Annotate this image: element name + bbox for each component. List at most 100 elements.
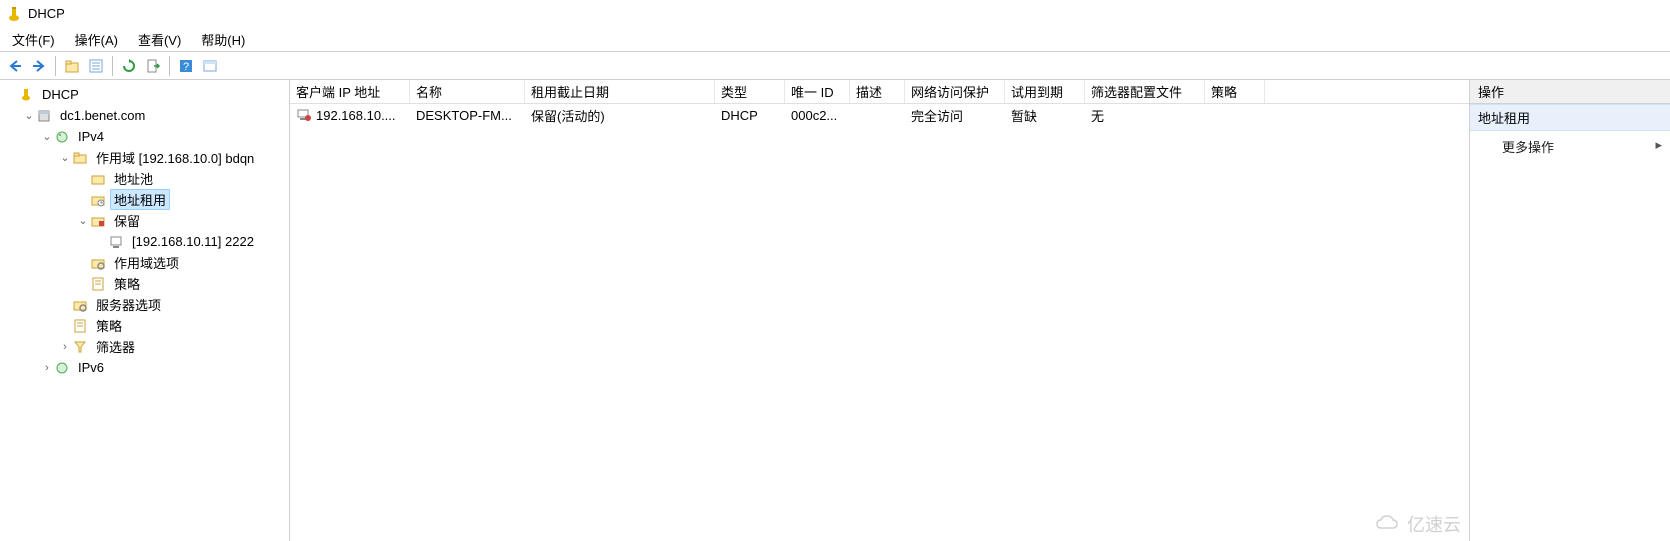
back-button[interactable] (4, 55, 26, 77)
pane-toggle-icon (202, 58, 218, 74)
cell-lease-expiry: 保留(活动的) (531, 106, 605, 125)
export-list-icon (145, 58, 161, 74)
tree-server[interactable]: ⌄ dc1.benet.com (0, 105, 289, 126)
policies-icon (90, 276, 106, 292)
tree-label: 保留 (114, 214, 140, 229)
policies-icon (72, 318, 88, 334)
forward-button[interactable] (28, 55, 50, 77)
up-button[interactable] (61, 55, 83, 77)
toolbar-separator (169, 56, 170, 76)
col-policy[interactable]: 策略 (1205, 80, 1265, 103)
cell-client-ip: 192.168.10.... (316, 108, 396, 123)
tree-scope-policies[interactable]: ▾ 策略 (0, 273, 289, 294)
tree-label: IPv4 (78, 129, 104, 144)
tree-label: [192.168.10.11] 2222 (132, 234, 254, 249)
svg-text:?: ? (183, 61, 189, 73)
refresh-icon (121, 58, 137, 74)
tree-label: 策略 (114, 277, 140, 292)
tree-scope-options[interactable]: ▾ 作用域选项 (0, 252, 289, 273)
col-client-ip[interactable]: 客户端 IP 地址 (290, 80, 410, 103)
toolbar-separator (55, 56, 56, 76)
tree-ipv4[interactable]: ⌄ IPv4 (0, 126, 289, 147)
ipv6-icon (54, 360, 70, 376)
watermark: 亿速云 (1375, 511, 1461, 537)
col-type[interactable]: 类型 (715, 80, 785, 103)
col-unique-id[interactable]: 唯一 ID (785, 80, 850, 103)
cell-nap: 完全访问 (911, 106, 963, 125)
server-options-icon (72, 297, 88, 313)
reservations-icon (90, 213, 106, 229)
cell-filter-profile: 无 (1091, 106, 1104, 125)
window-title: DHCP (28, 6, 65, 21)
ipv4-icon (54, 129, 70, 145)
chevron-right-icon: ▸ (1655, 137, 1662, 153)
filters-icon (72, 339, 88, 355)
list-row[interactable]: 192.168.10.... DESKTOP-FM... 保留(活动的) DHC… (290, 104, 1469, 126)
col-probation[interactable]: 试用到期 (1005, 80, 1085, 103)
cell-name: DESKTOP-FM... (416, 108, 512, 123)
actions-header: 操作 (1470, 80, 1670, 104)
tree-label: IPv6 (78, 360, 104, 375)
tree-filters[interactable]: › 筛选器 (0, 336, 289, 357)
menu-view[interactable]: 查看(V) (128, 28, 191, 51)
toolbar: ? (0, 52, 1670, 80)
col-filter-profile[interactable]: 筛选器配置文件 (1085, 80, 1205, 103)
col-nap[interactable]: 网络访问保护 (905, 80, 1005, 103)
reservation-item-icon (108, 234, 124, 250)
dhcp-app-icon (6, 6, 22, 22)
title-bar: DHCP (0, 0, 1670, 28)
col-description[interactable]: 描述 (850, 80, 905, 103)
list-header: 客户端 IP 地址 名称 租用截止日期 类型 唯一 ID 描述 网络访问保护 试… (290, 80, 1469, 104)
scope-tree[interactable]: ▾ DHCP ⌄ dc1.benet.com ⌄ IPv4 ⌄ 作用域 [192… (0, 80, 290, 541)
help-icon: ? (178, 58, 194, 74)
tree-label: 作用域 [192.168.10.0] bdqn (96, 151, 254, 166)
col-lease-expiry[interactable]: 租用截止日期 (525, 80, 715, 103)
tree-label: 地址池 (114, 172, 153, 187)
forward-arrow-icon (31, 58, 47, 74)
lease-list: 客户端 IP 地址 名称 租用截止日期 类型 唯一 ID 描述 网络访问保护 试… (290, 80, 1470, 541)
client-pc-icon (296, 107, 312, 123)
cell-type: DHCP (721, 108, 758, 123)
watermark-text: 亿速云 (1407, 511, 1461, 537)
properties-button[interactable] (85, 55, 107, 77)
tree-root-dhcp[interactable]: ▾ DHCP (0, 84, 289, 105)
tree-label: dc1.benet.com (60, 108, 145, 123)
actions-more[interactable]: 更多操作 ▸ (1470, 131, 1670, 162)
leases-icon (90, 192, 106, 208)
menu-action[interactable]: 操作(A) (65, 28, 128, 51)
tree-reservation-item[interactable]: ▾ [192.168.10.11] 2222 (0, 231, 289, 252)
properties-icon (88, 58, 104, 74)
toggle-pane-button[interactable] (199, 55, 221, 77)
tree-server-policies[interactable]: ▾ 策略 (0, 315, 289, 336)
folder-icon (72, 150, 88, 166)
folder-up-icon (64, 58, 80, 74)
tree-label: 服务器选项 (96, 298, 161, 313)
actions-pane: 操作 地址租用 更多操作 ▸ (1470, 80, 1670, 541)
tree-ipv6[interactable]: › IPv6 (0, 357, 289, 378)
tree-reservations[interactable]: ⌄ 保留 (0, 210, 289, 231)
dhcp-trophy-icon (18, 87, 34, 103)
menu-bar: 文件(F) 操作(A) 查看(V) 帮助(H) (0, 28, 1670, 52)
workspace: ▾ DHCP ⌄ dc1.benet.com ⌄ IPv4 ⌄ 作用域 [192… (0, 80, 1670, 541)
tree-label: 筛选器 (96, 340, 135, 355)
refresh-button[interactable] (118, 55, 140, 77)
tree-address-pool[interactable]: ▾ 地址池 (0, 168, 289, 189)
menu-help[interactable]: 帮助(H) (191, 28, 255, 51)
menu-file[interactable]: 文件(F) (2, 28, 65, 51)
scope-options-icon (90, 255, 106, 271)
cell-unique-id: 000c2... (791, 108, 837, 123)
tree-label: 策略 (96, 319, 122, 334)
export-button[interactable] (142, 55, 164, 77)
tree-label: 作用域选项 (114, 256, 179, 271)
help-button[interactable]: ? (175, 55, 197, 77)
tree-leases[interactable]: ▾ 地址租用 (0, 189, 289, 210)
col-name[interactable]: 名称 (410, 80, 525, 103)
tree-scope[interactable]: ⌄ 作用域 [192.168.10.0] bdqn (0, 147, 289, 168)
address-pool-icon (90, 171, 106, 187)
server-icon (36, 108, 52, 124)
actions-section-title: 地址租用 (1470, 104, 1670, 131)
tree-label: DHCP (42, 87, 79, 102)
tree-server-options[interactable]: ▾ 服务器选项 (0, 294, 289, 315)
cell-probation: 暂缺 (1011, 106, 1037, 125)
actions-more-label: 更多操作 (1502, 140, 1554, 155)
